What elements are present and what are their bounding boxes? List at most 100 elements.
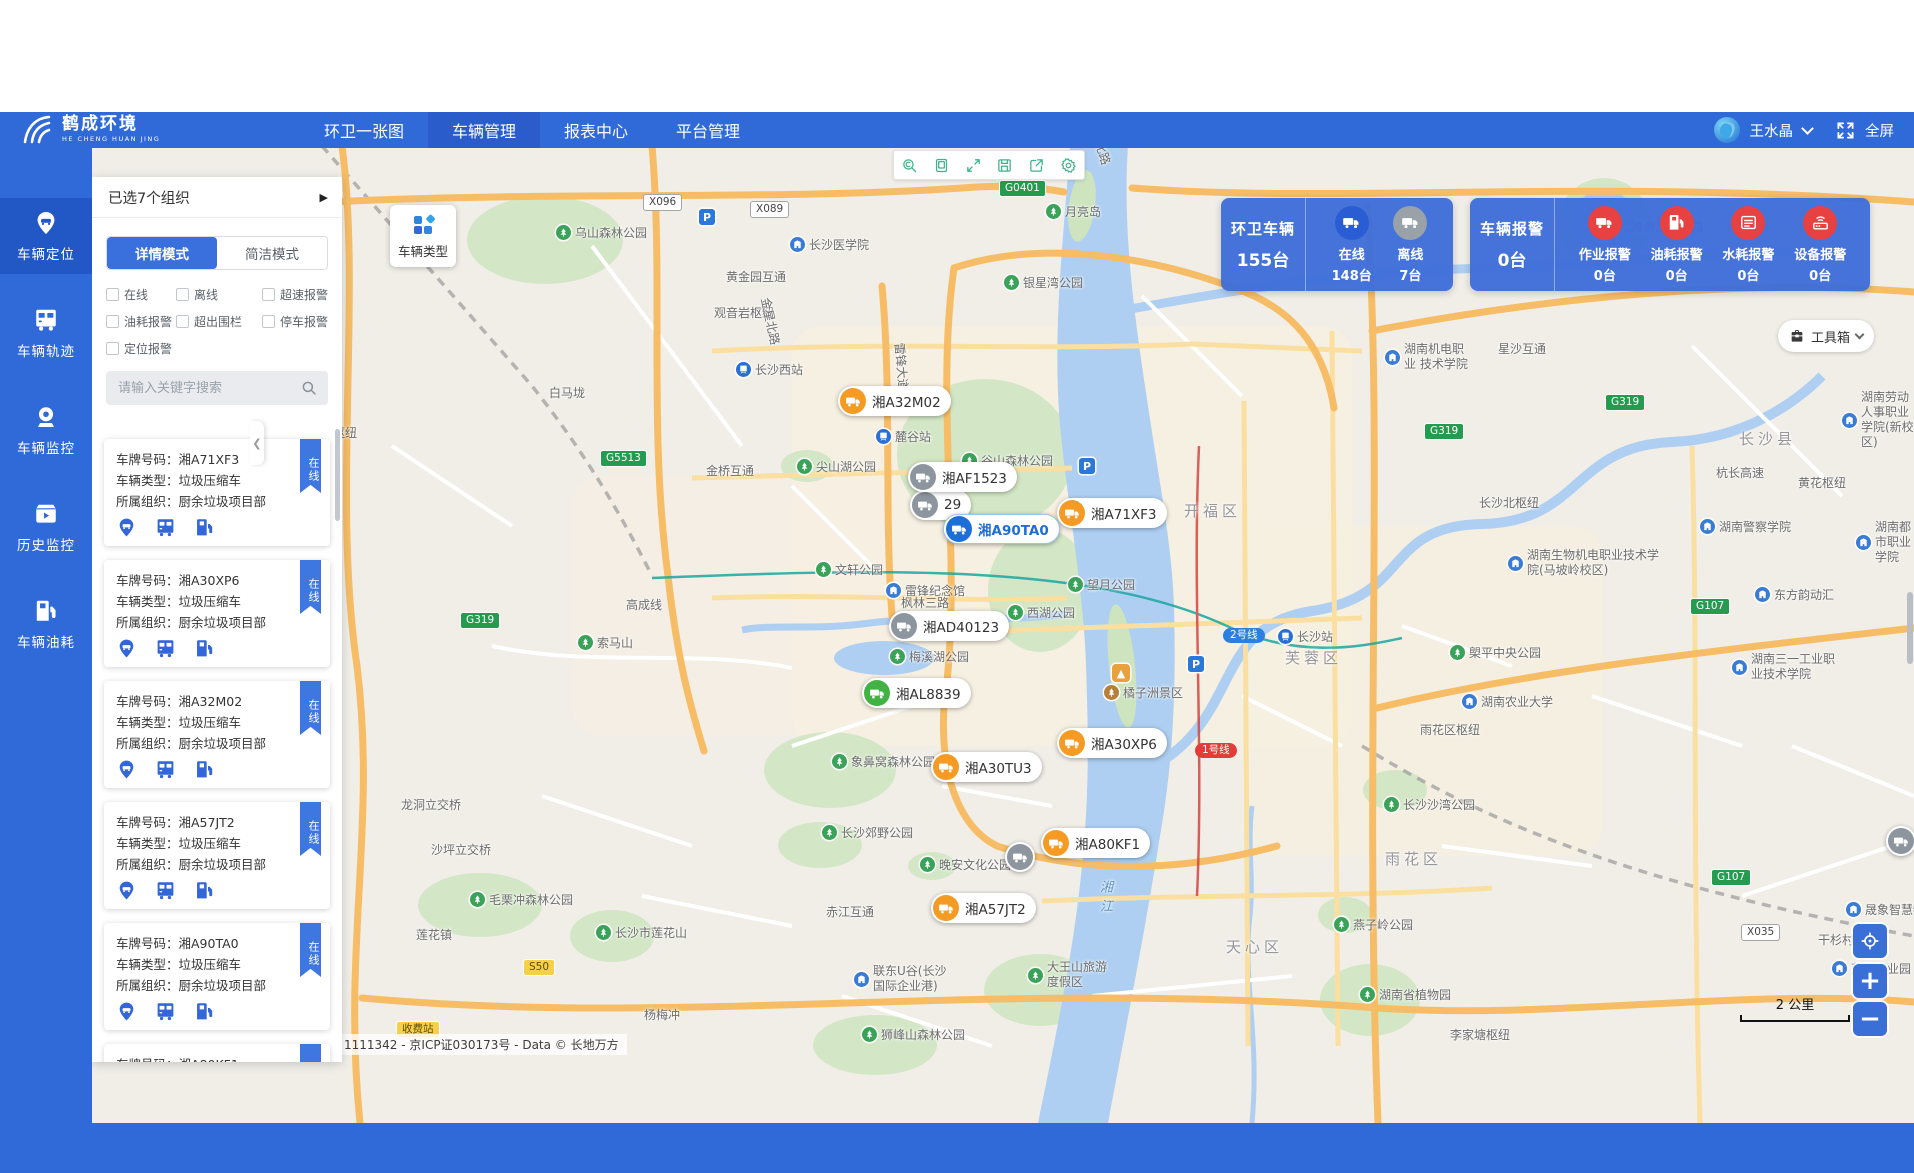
track-vehicle-icon[interactable] — [155, 517, 176, 538]
fuel-vehicle-icon[interactable] — [194, 880, 215, 901]
sidebar-item-2[interactable]: 车辆监控 — [0, 392, 92, 468]
filter-3[interactable]: 油耗报警 — [106, 313, 176, 330]
fullscreen-icon[interactable] — [1836, 121, 1855, 140]
vehicle-list[interactable]: 车牌号码：湘A71XF3车辆类型：垃圾压缩车所属组织：厨余垃圾项目部在线车牌号码… — [92, 425, 342, 1062]
toolbox-button[interactable]: 工具箱 — [1778, 320, 1874, 352]
filter-checkbox[interactable] — [176, 315, 189, 328]
page-scrollbar[interactable] — [1906, 146, 1914, 1173]
zoom-in-button[interactable]: + — [1853, 964, 1887, 998]
tab-simple-mode[interactable]: 简洁模式 — [217, 237, 327, 269]
vehicle-marker-湘A30TU3[interactable]: 湘A30TU3 — [931, 752, 1042, 782]
sidebar-item-3[interactable]: 历史监控 — [0, 489, 92, 565]
nav-item-2[interactable]: 报表中心 — [540, 112, 652, 148]
filter-checkbox[interactable] — [106, 288, 119, 301]
vehicle-marker-湘AL8839[interactable]: 湘AL8839 — [862, 678, 971, 708]
park-poi-icon — [1008, 605, 1023, 620]
map-label: 西湖公园 — [1008, 604, 1075, 621]
track-vehicle-icon[interactable] — [155, 880, 176, 901]
vehicle-card-湘A57JT2[interactable]: 车牌号码：湘A57JT2车辆类型：垃圾压缩车所属组织：厨余垃圾项目部在线 — [104, 802, 330, 909]
vehicle-marker-湘A32M02[interactable]: 湘A32M02 — [838, 386, 951, 416]
screen-icon[interactable] — [933, 157, 950, 174]
edu-poi-icon — [1700, 519, 1715, 534]
park-poi-icon — [890, 649, 905, 664]
alarm-panel-title: 车辆报警 — [1480, 218, 1544, 239]
vehicle-card-湘A71XF3[interactable]: 车牌号码：湘A71XF3车辆类型：垃圾压缩车所属组织：厨余垃圾项目部在线 — [104, 439, 330, 546]
rail-poi-icon — [876, 429, 891, 444]
video-icon — [33, 501, 59, 527]
alarm-col-1: 油耗报警0台 — [1651, 206, 1703, 284]
map-label: 星沙互通 — [1498, 340, 1546, 357]
org-selected-label: 已选7个组织 — [108, 187, 190, 208]
fuel-vehicle-icon[interactable] — [194, 517, 215, 538]
list-scrollbar[interactable] — [335, 429, 340, 521]
save-icon[interactable] — [996, 157, 1013, 174]
vehicle-marker-湘A57JT2[interactable]: 湘A57JT2 — [931, 893, 1036, 923]
filter-2[interactable]: 超速报警 — [262, 286, 328, 303]
user-name[interactable]: 王水晶 — [1750, 120, 1794, 141]
filter-4[interactable]: 超出围栏 — [176, 313, 262, 330]
fuel-vehicle-icon[interactable] — [194, 638, 215, 659]
fuel-vehicle-icon[interactable] — [194, 759, 215, 780]
share-icon[interactable] — [1028, 157, 1045, 174]
org-selector-row[interactable]: 已选7个组织 ▶ — [92, 177, 342, 218]
locate-vehicle-icon[interactable] — [116, 1001, 137, 1022]
avatar[interactable] — [1714, 117, 1740, 143]
sidebar-item-0[interactable]: 车辆定位 — [0, 198, 92, 274]
locate-vehicle-icon[interactable] — [116, 517, 137, 538]
vehicle-marker-湘A71XF3[interactable]: 湘A71XF3 — [1057, 498, 1167, 528]
vehicle-marker-湘AF1523[interactable]: 湘AF1523 — [908, 462, 1017, 492]
panel-collapse-tab[interactable]: ❮ — [250, 421, 264, 465]
vehicle-card-湘A30XP6[interactable]: 车牌号码：湘A30XP6车辆类型：垃圾压缩车所属组织：厨余垃圾项目部在线 — [104, 560, 330, 667]
filter-checkbox[interactable] — [262, 315, 275, 328]
distance-measure-icon[interactable] — [901, 157, 918, 174]
fullscreen-label[interactable]: 全屏 — [1865, 120, 1894, 141]
locate-vehicle-icon[interactable] — [116, 638, 137, 659]
locate-vehicle-icon[interactable] — [116, 759, 137, 780]
vehicle-type-button[interactable]: 车辆类型 — [390, 205, 456, 267]
nav-item-0[interactable]: 环卫一张图 — [300, 112, 428, 148]
sidebar-item-1[interactable]: 车辆轨迹 — [0, 295, 92, 371]
expand-icon[interactable] — [965, 157, 982, 174]
filter-0[interactable]: 在线 — [106, 286, 176, 303]
nav-item-3[interactable]: 平台管理 — [652, 112, 764, 148]
vehicle-marker-湘A30XP6[interactable]: 湘A30XP6 — [1057, 728, 1167, 758]
vehicle-marker-湘A90TA0[interactable]: 湘A90TA0 — [943, 514, 1060, 544]
filter-checkbox[interactable] — [106, 342, 119, 355]
truck-icon — [891, 613, 917, 639]
track-vehicle-icon[interactable] — [155, 1001, 176, 1022]
track-vehicle-icon[interactable] — [155, 759, 176, 780]
sidebar-item-4[interactable]: 车辆油耗 — [0, 586, 92, 662]
vehicle-marker-湘A80KF1[interactable]: 湘A80KF1 — [1041, 828, 1150, 858]
fuel-vehicle-icon[interactable] — [194, 1001, 215, 1022]
map-label: 文轩公园 — [816, 561, 883, 578]
road-badge: G5513 — [600, 450, 647, 467]
filter-5[interactable]: 停车报警 — [262, 313, 328, 330]
track-vehicle-icon[interactable] — [155, 638, 176, 659]
filter-checkbox[interactable] — [106, 315, 119, 328]
vehicle-marker-湘AD40123[interactable]: 湘AD40123 — [889, 611, 1009, 641]
vehicle-card-湘A32M02[interactable]: 车牌号码：湘A32M02车辆类型：垃圾压缩车所属组织：厨余垃圾项目部在线 — [104, 681, 330, 788]
search-input[interactable] — [106, 371, 328, 405]
vehicle-card-湘A90TA0[interactable]: 车牌号码：湘A90TA0车辆类型：垃圾压缩车所属组织：厨余垃圾项目部在线 — [104, 923, 330, 1030]
map-label: 索马山 — [578, 634, 633, 651]
settings-icon[interactable] — [1060, 157, 1077, 174]
nav-item-1[interactable]: 车辆管理 — [428, 112, 540, 148]
zoom-out-button[interactable]: − — [1853, 1002, 1887, 1036]
user-chevron-down-icon[interactable] — [1801, 122, 1814, 135]
truck-icon — [840, 388, 866, 414]
locate-button[interactable] — [1853, 924, 1887, 958]
filter-1[interactable]: 离线 — [176, 286, 262, 303]
vehicle-plate: 车牌号码：湘A57JT2 — [116, 812, 318, 833]
road-badge: G107 — [1711, 869, 1751, 886]
vehicle-marker[interactable] — [1005, 842, 1035, 872]
vehicle-card-湘A80KF1[interactable]: 车牌号码：湘A80KF1车辆类型：垃圾压缩车所属组织：厨余垃圾项目部在线 — [104, 1044, 330, 1062]
map-canvas[interactable]: 智清小镇月亮岛乌山森林公园长沙医学院黄金园互通银星湾公园观音岩枢纽星沙互通松雅湖… — [92, 146, 1914, 1123]
filter-checkbox[interactable] — [176, 288, 189, 301]
map-scale-bar — [1740, 1015, 1850, 1022]
filter-checkbox[interactable] — [262, 288, 275, 301]
filter-6[interactable]: 定位报警 — [106, 340, 176, 357]
locate-vehicle-icon[interactable] — [116, 880, 137, 901]
expand-right-icon[interactable]: ▶ — [320, 191, 328, 204]
tab-detail-mode[interactable]: 详情模式 — [107, 237, 217, 269]
map-label: 湖南农业大学 — [1462, 693, 1553, 710]
